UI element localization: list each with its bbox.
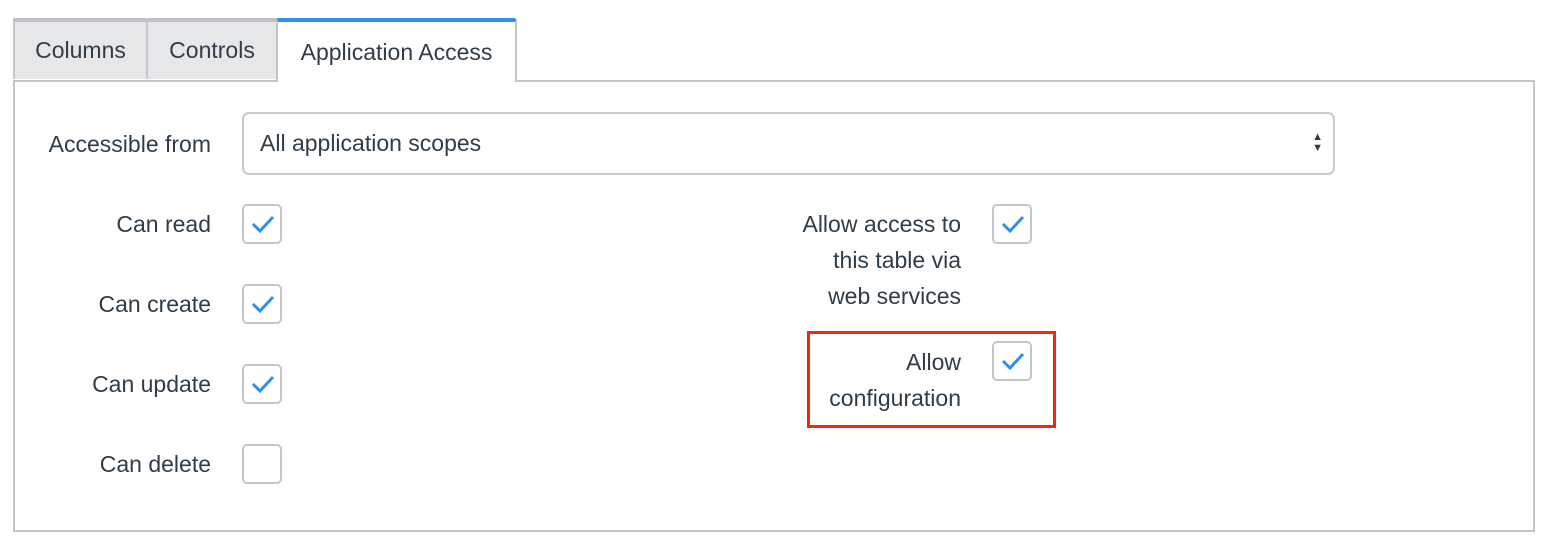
checkmark-icon <box>251 375 275 394</box>
checkmark-icon <box>1001 352 1025 371</box>
can-create-checkbox[interactable] <box>242 284 282 324</box>
checkmark-icon <box>251 215 275 234</box>
accessible-from-select[interactable]: All application scopes ▲ ▼ <box>242 112 1335 175</box>
web-services-access-checkbox[interactable] <box>992 204 1032 244</box>
tab-application-access[interactable]: Application Access <box>276 18 517 82</box>
can-read-label: Can read <box>116 211 211 237</box>
can-create-label: Can create <box>98 291 211 317</box>
label-line: this table via <box>833 247 961 273</box>
web-services-access-label: Allow access to this table via web servi… <box>802 206 961 314</box>
label-line: Allow access to <box>802 211 961 237</box>
allow-configuration-checkbox[interactable] <box>992 341 1032 381</box>
can-delete-label: Can delete <box>99 451 211 477</box>
can-delete-checkbox[interactable] <box>242 444 282 484</box>
can-update-checkbox[interactable] <box>242 364 282 404</box>
tab-controls[interactable]: Controls <box>146 18 278 79</box>
label-line: configuration <box>829 385 961 411</box>
can-update-label: Can update <box>92 371 211 397</box>
label-line: Allow <box>906 349 961 375</box>
checkmark-icon <box>1001 215 1025 234</box>
allow-configuration-label: Allow configuration <box>829 344 961 416</box>
can-read-checkbox[interactable] <box>242 204 282 244</box>
select-arrows-icon: ▲ ▼ <box>1312 131 1323 154</box>
accessible-from-value: All application scopes <box>260 130 482 156</box>
tab-columns[interactable]: Columns <box>13 18 148 79</box>
label-line: web services <box>828 283 961 309</box>
accessible-from-label: Accessible from <box>48 131 211 157</box>
checkmark-icon <box>251 295 275 314</box>
